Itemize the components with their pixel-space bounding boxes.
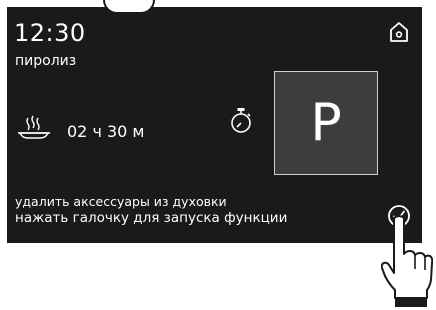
program-tile[interactable]: P [274, 71, 378, 175]
dish-icon [18, 115, 50, 139]
top-notch [103, 0, 155, 14]
cook-duration: 02 ч 30 м [67, 122, 145, 141]
instruction-line-2: нажать галочку для запуска функции [15, 210, 288, 226]
program-letter: P [310, 93, 342, 153]
instruction-line-1: удалить аксессуары из духовки [15, 194, 227, 209]
hand-pointer-icon [381, 215, 433, 307]
oven-display: 12:30 пиролиз 02 ч 30 м P удалить аксесс… [7, 7, 422, 243]
mode-label: пиролиз [15, 53, 77, 69]
clock-time: 12:30 [14, 19, 86, 47]
home-icon[interactable] [388, 21, 410, 43]
timer-icon[interactable] [229, 107, 253, 135]
